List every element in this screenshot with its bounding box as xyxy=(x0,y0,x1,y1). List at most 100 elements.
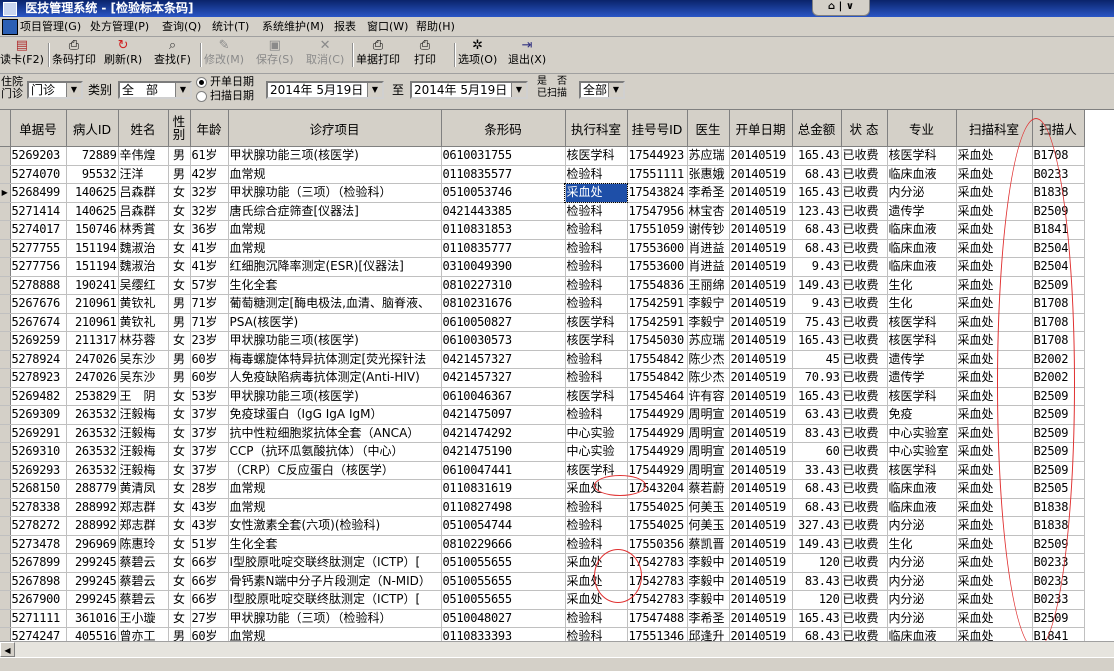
table-cell[interactable]: 17554025 xyxy=(627,498,688,517)
table-cell[interactable]: 5269293 xyxy=(10,461,67,480)
table-cell[interactable]: 女 xyxy=(168,498,191,517)
table-cell[interactable]: 采血处 xyxy=(956,146,1033,166)
table-cell[interactable]: 采血处 xyxy=(956,609,1033,628)
table-cell[interactable]: 37岁 xyxy=(190,424,229,443)
row-indicator[interactable] xyxy=(0,350,11,369)
row-indicator[interactable] xyxy=(0,257,11,277)
table-cell[interactable]: 32岁 xyxy=(190,183,229,203)
chevron-down-icon[interactable]: ▼ xyxy=(175,83,190,97)
table-cell[interactable]: 已收费 xyxy=(841,516,888,536)
toolbar-button[interactable]: ▤ 读卡(F2) xyxy=(0,39,44,71)
table-cell[interactable]: B2504 xyxy=(1032,257,1085,277)
table-cell[interactable]: 149.43 xyxy=(792,276,842,295)
chevron-down-icon[interactable]: ▼ xyxy=(66,83,81,97)
table-cell[interactable]: 0421443385 xyxy=(441,202,566,221)
table-cell[interactable]: 女 xyxy=(168,461,191,480)
row-indicator[interactable] xyxy=(0,461,11,480)
table-cell[interactable]: 20140519 xyxy=(729,405,793,425)
table-cell[interactable]: 5269309 xyxy=(10,405,67,425)
table-row[interactable]: 5268150 288779 黄清凤女 28岁 血常规 0110831619 采血处 1754… xyxy=(0,479,1085,499)
table-cell[interactable]: 女性激素全套(六项)(检验科) xyxy=(228,516,442,536)
table-cell[interactable]: 120 xyxy=(792,590,842,610)
table-cell[interactable]: 黄钦礼 xyxy=(118,294,169,314)
table-cell[interactable]: 周明宣 xyxy=(687,442,730,462)
table-cell[interactable]: 0610047441 xyxy=(441,461,566,480)
table-cell[interactable]: 150746 xyxy=(66,220,119,240)
table-cell[interactable]: 0510055655 xyxy=(441,553,566,573)
table-cell[interactable]: 采血处 xyxy=(956,424,1033,443)
column-header[interactable]: 年龄 xyxy=(190,110,229,147)
table-cell[interactable]: 采血处 xyxy=(956,553,1033,573)
column-header[interactable]: 性别 xyxy=(168,110,191,147)
table-cell[interactable]: 已收费 xyxy=(841,294,888,314)
table-cell[interactable]: 生化 xyxy=(887,294,957,314)
table-cell[interactable]: 郑志群 xyxy=(118,498,169,517)
toolbar-button[interactable]: ✕ 取消(C) xyxy=(306,39,344,71)
table-cell[interactable]: 临床血液 xyxy=(887,479,957,499)
table-cell[interactable]: 5267900 xyxy=(10,590,67,610)
table-cell[interactable]: 5267674 xyxy=(10,313,67,332)
table-cell[interactable]: 核医学科 xyxy=(887,146,957,166)
table-row[interactable]: 5269291 263532 汪毅梅女 37岁 抗中性粒细胞浆抗体全套（ANCA） 042… xyxy=(0,424,1085,443)
table-cell[interactable]: 5269310 xyxy=(10,442,67,462)
table-cell[interactable]: 采血处 xyxy=(956,276,1033,295)
table-cell[interactable]: 已收费 xyxy=(841,405,888,425)
table-cell[interactable]: 66岁 xyxy=(190,572,229,591)
table-cell[interactable]: 17544929 xyxy=(627,424,688,443)
table-cell[interactable]: 已收费 xyxy=(841,627,888,642)
table-cell[interactable]: 41岁 xyxy=(190,239,229,258)
table-cell[interactable]: 女 xyxy=(168,239,191,258)
table-cell[interactable]: 41岁 xyxy=(190,257,229,277)
row-indicator[interactable] xyxy=(0,405,11,425)
table-cell[interactable]: 5267676 xyxy=(10,294,67,314)
table-cell[interactable]: PSA(核医学) xyxy=(228,313,442,332)
row-indicator[interactable] xyxy=(0,590,11,610)
table-cell[interactable]: 5278924 xyxy=(10,350,67,369)
table-cell[interactable]: 5278923 xyxy=(10,368,67,388)
table-cell[interactable]: 60 xyxy=(792,442,842,462)
table-cell[interactable]: 核医学科 xyxy=(565,461,628,480)
table-cell[interactable]: 43岁 xyxy=(190,516,229,536)
table-cell[interactable]: 95532 xyxy=(66,165,119,184)
table-cell[interactable]: 210961 xyxy=(66,313,119,332)
table-cell[interactable]: 陈少杰 xyxy=(687,368,730,388)
table-cell[interactable]: 唐氏综合症筛查[仪器法] xyxy=(228,202,442,221)
table-cell[interactable]: 骨钙素N端中分子片段测定（N-MID） xyxy=(228,572,442,591)
table-row[interactable]: 5278338 288992 郑志群女 43岁 血常规 0110827498 检验科 1755… xyxy=(0,498,1085,517)
table-cell[interactable]: B1708 xyxy=(1032,146,1085,166)
table-cell[interactable]: 5267899 xyxy=(10,553,67,573)
row-indicator[interactable] xyxy=(0,572,11,591)
table-cell[interactable]: 血常规 xyxy=(228,239,442,258)
table-cell[interactable]: 男 xyxy=(168,165,191,184)
table-row[interactable]: 5269203 72889 辛伟煌男 61岁 甲状腺功能三项(核医学) 061003175… xyxy=(0,146,1085,166)
table-cell[interactable]: 李希圣 xyxy=(687,183,730,203)
table-cell[interactable]: 中心实验 xyxy=(565,424,628,443)
table-cell[interactable]: 已收费 xyxy=(841,276,888,295)
table-cell[interactable]: 43岁 xyxy=(190,498,229,517)
table-cell[interactable]: 405516 xyxy=(66,627,119,642)
table-cell[interactable]: B2509 xyxy=(1032,202,1085,221)
table-cell[interactable]: 郑志群 xyxy=(118,516,169,536)
table-cell[interactable]: 吕森群 xyxy=(118,202,169,221)
table-cell[interactable]: 已收费 xyxy=(841,313,888,332)
menu-item[interactable]: 处方管理(P) xyxy=(90,19,149,34)
table-cell[interactable]: 许有容 xyxy=(687,387,730,406)
dept-select[interactable]: 门诊 ▼ xyxy=(27,81,83,99)
table-cell[interactable]: 已收费 xyxy=(841,424,888,443)
table-cell[interactable]: 20140519 xyxy=(729,276,793,295)
table-cell[interactable]: B2509 xyxy=(1032,461,1085,480)
menu-item[interactable]: 查询(Q) xyxy=(162,19,201,34)
table-cell[interactable]: 288779 xyxy=(66,479,119,499)
table-cell[interactable]: 采血处 xyxy=(956,479,1033,499)
table-cell[interactable]: 9.43 xyxy=(792,294,842,314)
table-cell[interactable]: 男 xyxy=(168,313,191,332)
table-cell[interactable]: 肖进益 xyxy=(687,257,730,277)
table-cell[interactable]: 0510054744 xyxy=(441,516,566,536)
table-cell[interactable]: 20140519 xyxy=(729,294,793,314)
table-cell[interactable]: 甲状腺功能（三项）（检验科） xyxy=(228,183,442,203)
column-header[interactable]: 条形码 xyxy=(441,110,566,147)
table-cell[interactable]: 临床血液 xyxy=(887,239,957,258)
column-header[interactable]: 状 态 xyxy=(841,110,888,147)
table-cell[interactable]: 0810229666 xyxy=(441,535,566,554)
table-cell[interactable]: 吴东沙 xyxy=(118,368,169,388)
